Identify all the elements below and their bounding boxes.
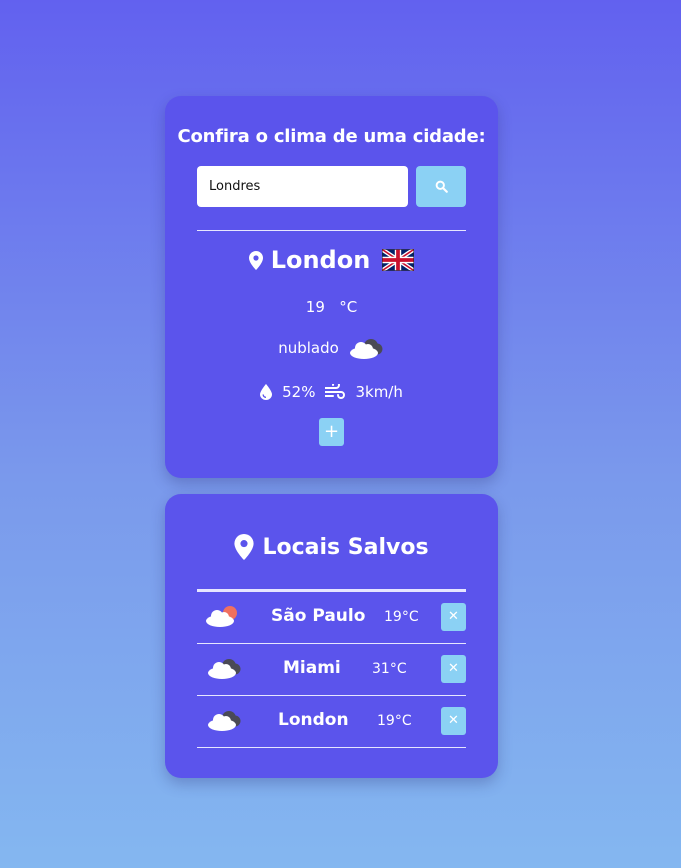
search-icon — [435, 180, 448, 193]
saved-city-temp: 31°C — [372, 661, 407, 677]
saved-locations-card: Locais Salvos São Paulo 19°C ✕ Miami 31°… — [165, 494, 498, 778]
remove-location-button[interactable]: ✕ — [441, 707, 466, 735]
droplet-icon — [260, 384, 273, 400]
saved-city-name: Miami — [283, 658, 341, 678]
saved-item-miami[interactable]: Miami 31°C ✕ — [197, 644, 466, 696]
saved-title: Locais Salvos — [262, 534, 429, 560]
saved-city-temp: 19°C — [377, 713, 412, 729]
remove-location-button[interactable]: ✕ — [441, 603, 466, 631]
weather-description: nublado — [278, 339, 339, 357]
partly-sunny-icon — [206, 606, 237, 627]
cloudy-icon — [208, 711, 241, 731]
wind-icon — [325, 384, 346, 399]
map-pin-icon — [234, 534, 255, 560]
map-pin-icon — [248, 250, 263, 270]
city-row: London — [165, 246, 498, 274]
wind-value: 3km/h — [355, 383, 403, 401]
saved-city-name: São Paulo — [271, 606, 366, 626]
search-title: Confira o clima de uma cidade: — [177, 126, 486, 147]
divider — [197, 230, 466, 231]
remove-location-button[interactable]: ✕ — [441, 655, 466, 683]
temperature-row: 19 °C — [165, 298, 498, 316]
city-search-input[interactable] — [197, 166, 408, 207]
uk-flag-icon — [382, 249, 415, 271]
details-row: 52% 3km/h — [165, 383, 498, 401]
cloudy-icon — [208, 659, 241, 679]
cloudy-icon — [349, 339, 383, 359]
description-row: nublado — [165, 336, 498, 360]
saved-title-row: Locais Salvos — [165, 534, 498, 560]
temperature-unit: °C — [339, 298, 358, 316]
humidity-value: 52% — [282, 383, 316, 401]
add-location-button[interactable]: + — [319, 418, 344, 446]
search-row — [197, 166, 466, 207]
city-name: London — [270, 246, 371, 274]
search-button[interactable] — [416, 166, 466, 207]
saved-city-name: London — [278, 710, 349, 730]
saved-city-temp: 19°C — [384, 609, 419, 625]
temperature-value: 19 — [305, 298, 325, 316]
saved-item-london[interactable]: London 19°C ✕ — [197, 696, 466, 748]
saved-item-sao-paulo[interactable]: São Paulo 19°C ✕ — [197, 592, 466, 644]
search-card: Confira o clima de uma cidade: London 19 — [165, 96, 498, 478]
